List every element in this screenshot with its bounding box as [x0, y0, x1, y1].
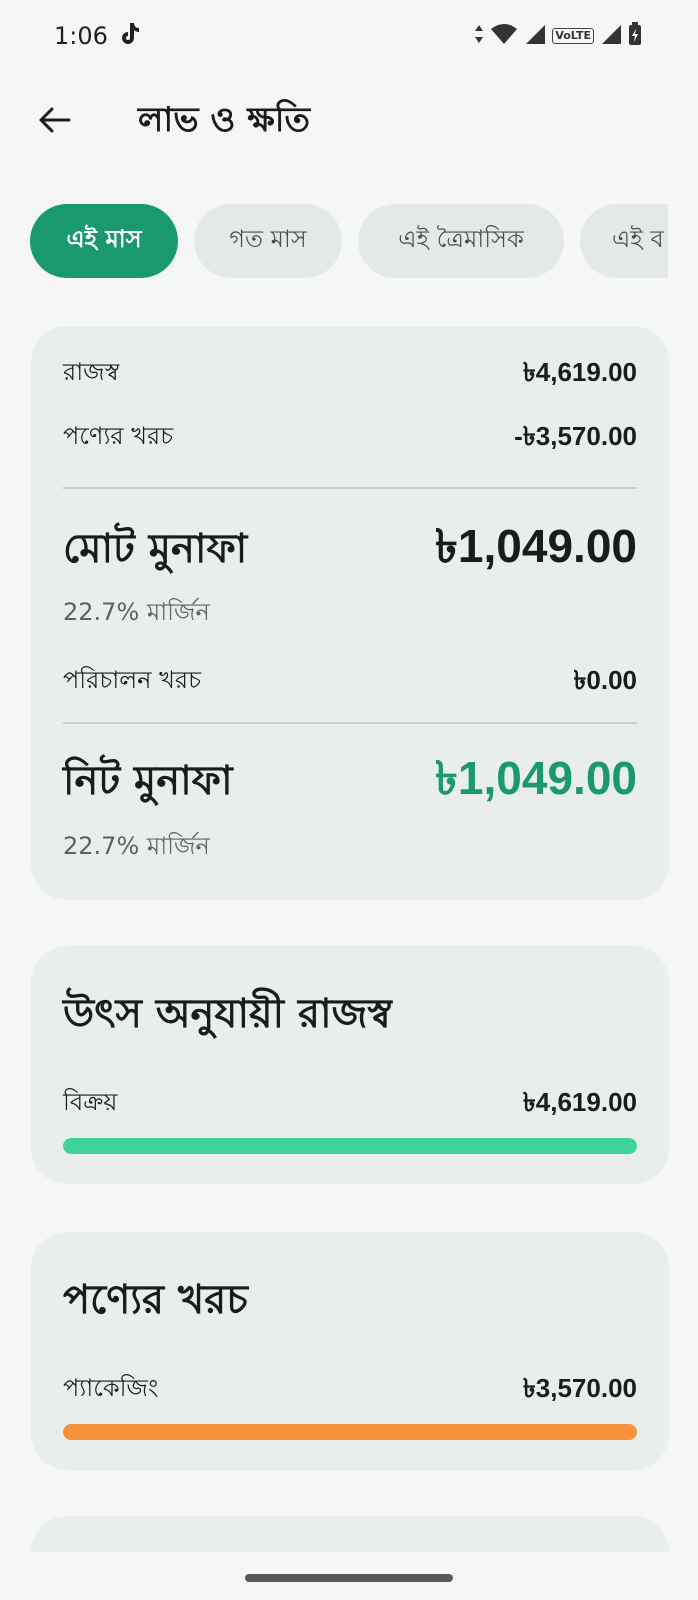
wifi-icon	[490, 23, 518, 49]
opex-label: পরিচালন খরচ	[63, 666, 202, 694]
opex-row: পরিচালন খরচ ৳0.00	[63, 660, 637, 704]
tiktok-icon	[118, 21, 140, 51]
cogs-value: -৳3,570.00	[514, 421, 637, 451]
source-label: বিক্রয়	[63, 1088, 118, 1116]
status-icons: VoLTE	[474, 22, 642, 50]
next-card-partial	[31, 1516, 669, 1552]
divider	[63, 487, 637, 489]
divider	[63, 722, 637, 724]
gross-profit-label: মোট মুনাফা	[63, 525, 248, 572]
period-filter-chips: এই মাস গত মাস এই ত্রৈমাসিক এই ব	[30, 204, 668, 280]
status-time: 1:06	[54, 22, 108, 50]
profit-summary-card: রাজস্ব ৳4,619.00 পণ্যের খরচ -৳3,570.00 ম…	[31, 326, 669, 900]
card-title: পণ্যের খরচ	[63, 1277, 248, 1323]
source-value: ৳4,619.00	[522, 1087, 637, 1117]
status-left: 1:06	[54, 21, 140, 51]
signal-icon-2	[600, 23, 622, 49]
back-button[interactable]	[30, 98, 78, 146]
top-app-bar: লাভ ও ক্ষতি	[0, 80, 698, 160]
net-margin-text: 22.7% মার্জিন	[63, 832, 210, 860]
volte-badge: VoLTE	[552, 28, 594, 44]
revenue-label: রাজস্ব	[63, 358, 120, 386]
gross-margin-text: 22.7% মার্জিন	[63, 598, 210, 626]
chip-this-quarter[interactable]: এই ত্রৈমাসিক	[358, 204, 564, 278]
chip-last-month[interactable]: গত মাস	[194, 204, 342, 278]
card-title: উৎস অনুযায়ী রাজস্ব	[63, 991, 392, 1037]
cost-label: প্যাকেজিং	[63, 1374, 159, 1402]
list-item: প্যাকেজিং ৳3,570.00	[63, 1368, 637, 1412]
gross-profit-value: ৳1,049.00	[435, 520, 637, 572]
signal-icon	[524, 23, 546, 49]
opex-value: ৳0.00	[573, 665, 637, 695]
chip-this-month[interactable]: এই মাস	[30, 204, 178, 278]
data-arrows-icon	[474, 24, 484, 48]
net-profit-row: নিট মুনাফা ৳1,049.00	[63, 744, 637, 820]
status-bar: 1:06 VoLTE	[0, 0, 698, 72]
gross-profit-row: মোট মুনাফা ৳1,049.00	[63, 512, 637, 588]
revenue-value: ৳4,619.00	[522, 357, 637, 387]
cogs-label: পণ্যের খরচ	[63, 422, 174, 450]
chip-this-year[interactable]: এই ব	[580, 204, 668, 278]
cost-progress-fill	[63, 1424, 637, 1440]
net-profit-value: ৳1,049.00	[435, 752, 637, 804]
cost-value: ৳3,570.00	[522, 1373, 637, 1403]
source-progress-fill	[63, 1138, 637, 1154]
revenue-row: রাজস্ব ৳4,619.00	[63, 352, 637, 396]
list-item: বিক্রয় ৳4,619.00	[63, 1082, 637, 1126]
battery-icon	[628, 22, 642, 50]
cogs-row: পণ্যের খরচ -৳3,570.00	[63, 416, 637, 460]
net-profit-label: নিট মুনাফা	[63, 757, 233, 804]
product-cost-card: পণ্যের খরচ প্যাকেজিং ৳3,570.00	[31, 1232, 669, 1470]
cost-progress-bar	[63, 1424, 637, 1440]
home-indicator[interactable]	[245, 1574, 453, 1582]
source-progress-bar	[63, 1138, 637, 1154]
arrow-left-icon	[37, 106, 71, 138]
page-title: লাভ ও ক্ষতি	[138, 100, 311, 140]
revenue-by-source-card: উৎস অনুযায়ী রাজস্ব বিক্রয় ৳4,619.00	[31, 946, 669, 1184]
